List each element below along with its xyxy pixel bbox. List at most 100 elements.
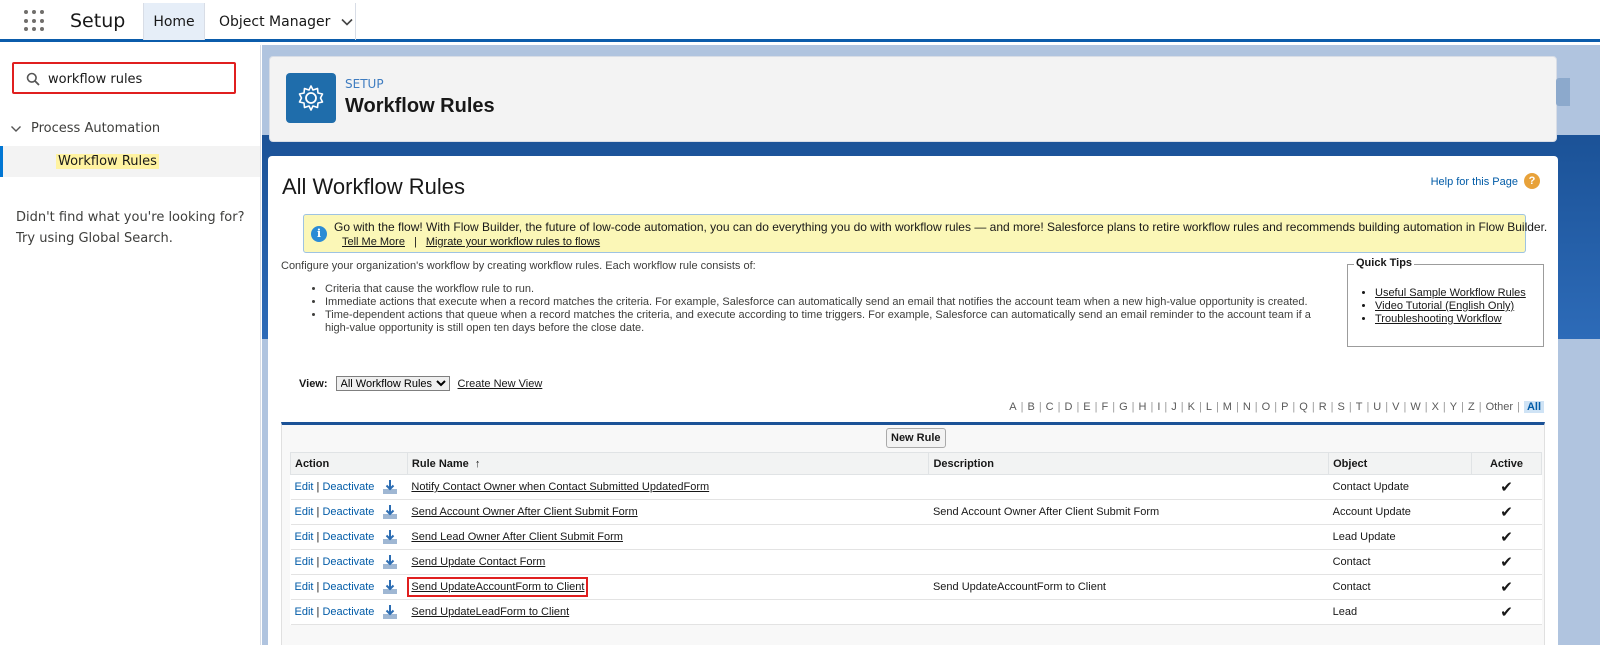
setup-sidebar: Process Automation Workflow Rules Didn't…: [0, 45, 261, 645]
alpha-filter-l[interactable]: L: [1206, 401, 1212, 413]
alpha-filter-p[interactable]: P: [1281, 401, 1288, 413]
quick-find-box: [12, 62, 236, 94]
rule-name-link[interactable]: Send Lead Owner After Client Submit Form: [411, 531, 623, 543]
create-new-view-link[interactable]: Create New View: [458, 378, 543, 390]
tab-object-manager[interactable]: Object Manager: [205, 3, 356, 40]
link-separator: |: [413, 236, 417, 248]
alpha-separator: |: [1215, 401, 1219, 413]
deactivate-link[interactable]: Deactivate: [322, 481, 374, 493]
help-icon[interactable]: ?: [1524, 173, 1540, 189]
tip-link-samples[interactable]: Useful Sample Workflow Rules: [1375, 287, 1526, 299]
col-header-active[interactable]: Active: [1471, 452, 1542, 475]
alpha-filter-f[interactable]: F: [1102, 401, 1109, 413]
deactivate-link[interactable]: Deactivate: [322, 556, 374, 568]
table-row: Edit | Deactivate Notify Contact Owner wh…: [290, 474, 1542, 500]
edit-link[interactable]: Edit: [295, 531, 314, 543]
alpha-filter-o[interactable]: O: [1262, 401, 1271, 413]
edit-link[interactable]: Edit: [295, 481, 314, 493]
alpha-filter-r[interactable]: R: [1319, 401, 1327, 413]
download-icon[interactable]: [382, 579, 398, 595]
alpha-filter-c[interactable]: C: [1046, 401, 1054, 413]
search-icon: [26, 72, 40, 86]
alpha-filter-v[interactable]: V: [1392, 401, 1399, 413]
alpha-filter-u[interactable]: U: [1373, 401, 1381, 413]
active-check-icon: ✔: [1471, 524, 1542, 550]
alpha-filter-n[interactable]: N: [1243, 401, 1251, 413]
rule-description: [928, 599, 1329, 625]
rule-name-link[interactable]: Send Account Owner After Client Submit F…: [411, 506, 637, 518]
alpha-separator: |: [1292, 401, 1296, 413]
download-icon[interactable]: [382, 604, 398, 620]
alpha-filter-b[interactable]: B: [1027, 401, 1034, 413]
rule-description: [928, 474, 1329, 500]
deactivate-link[interactable]: Deactivate: [322, 506, 374, 518]
sidebar-item-workflow-rules[interactable]: Workflow Rules: [0, 146, 260, 177]
rule-object: Lead: [1328, 599, 1472, 625]
alpha-filter-g[interactable]: G: [1119, 401, 1128, 413]
deactivate-link[interactable]: Deactivate: [322, 581, 374, 593]
alpha-separator: |: [1330, 401, 1334, 413]
app-launcher-icon[interactable]: [24, 10, 46, 32]
deactivate-link[interactable]: Deactivate: [322, 531, 374, 543]
download-icon[interactable]: [382, 554, 398, 570]
alpha-filter-a[interactable]: A: [1009, 401, 1016, 413]
info-icon: i: [311, 226, 327, 242]
new-rule-button[interactable]: New Rule: [886, 428, 946, 448]
rule-name-link[interactable]: Notify Contact Owner when Contact Submit…: [411, 481, 709, 493]
rule-name-cell: Send UpdateLeadForm to Client: [407, 599, 929, 625]
edit-link[interactable]: Edit: [295, 556, 314, 568]
download-icon[interactable]: [382, 504, 398, 520]
side-panel-toggle[interactable]: [1556, 78, 1570, 106]
alpha-filter-m[interactable]: M: [1223, 401, 1232, 413]
help-link[interactable]: Help for this Page: [1431, 176, 1518, 188]
deactivate-link[interactable]: Deactivate: [322, 606, 374, 618]
col-header-rule-name[interactable]: Rule Name ↑: [406, 452, 930, 475]
alpha-filter-q[interactable]: Q: [1299, 401, 1308, 413]
rules-list: New Rule Action Rule Name ↑ Description …: [281, 422, 1545, 645]
tab-home[interactable]: Home: [143, 3, 205, 40]
download-icon[interactable]: [382, 529, 398, 545]
rule-description: Send UpdateAccountForm to Client: [928, 574, 1329, 600]
chevron-down-icon[interactable]: [340, 15, 354, 29]
active-check-icon: ✔: [1471, 499, 1542, 525]
quick-find-input[interactable]: [48, 69, 228, 89]
active-check-icon: ✔: [1471, 474, 1542, 500]
tree-group-process-automation[interactable]: Process Automation: [10, 121, 160, 136]
alpha-filter-all[interactable]: All: [1523, 401, 1544, 413]
rule-description: Send Account Owner After Client Submit F…: [928, 499, 1329, 525]
rule-name-link[interactable]: Send UpdateLeadForm to Client: [411, 606, 569, 618]
active-check-icon: ✔: [1471, 599, 1542, 625]
edit-link[interactable]: Edit: [295, 506, 314, 518]
rule-name-cell: Send Lead Owner After Client Submit Form: [407, 524, 929, 550]
alpha-filter-z[interactable]: Z: [1468, 401, 1475, 413]
edit-link[interactable]: Edit: [295, 581, 314, 593]
tip-link-troubleshooting[interactable]: Troubleshooting Workflow: [1375, 313, 1502, 325]
view-select[interactable]: All Workflow Rules: [335, 376, 450, 391]
quick-tips-box: Quick Tips Useful Sample Workflow Rules …: [1347, 257, 1544, 347]
row-actions: Edit | Deactivate: [290, 549, 408, 575]
alpha-filter-other[interactable]: Other: [1486, 401, 1514, 413]
alpha-filter-w[interactable]: W: [1410, 401, 1420, 413]
alpha-filter-k[interactable]: K: [1188, 401, 1195, 413]
tip-link-video[interactable]: Video Tutorial (English Only): [1375, 300, 1514, 312]
alpha-filter-j[interactable]: J: [1171, 401, 1177, 413]
alpha-filter-d[interactable]: D: [1064, 401, 1072, 413]
alpha-filter-s[interactable]: S: [1338, 401, 1345, 413]
migrate-link[interactable]: Migrate your workflow rules to flows: [426, 236, 600, 248]
rule-name-link[interactable]: Send UpdateAccountForm to Client: [407, 577, 589, 597]
alpha-filter-e[interactable]: E: [1083, 401, 1090, 413]
alpha-filter-x[interactable]: X: [1432, 401, 1439, 413]
col-header-description[interactable]: Description: [928, 452, 1330, 475]
tell-me-more-link[interactable]: Tell Me More: [342, 236, 405, 248]
alpha-separator: |: [1274, 401, 1278, 413]
col-header-object[interactable]: Object: [1328, 452, 1472, 475]
alpha-filter-i[interactable]: I: [1157, 401, 1160, 413]
edit-link[interactable]: Edit: [295, 606, 314, 618]
alpha-filter-y[interactable]: Y: [1450, 401, 1457, 413]
not-found-line: Didn't find what you're looking for?: [16, 210, 245, 225]
alpha-filter-t[interactable]: T: [1356, 401, 1363, 413]
alpha-filter-h[interactable]: H: [1139, 401, 1147, 413]
rule-name-link[interactable]: Send Update Contact Form: [411, 556, 545, 568]
rule-object: Account Update: [1328, 499, 1472, 525]
download-icon[interactable]: [382, 479, 398, 495]
